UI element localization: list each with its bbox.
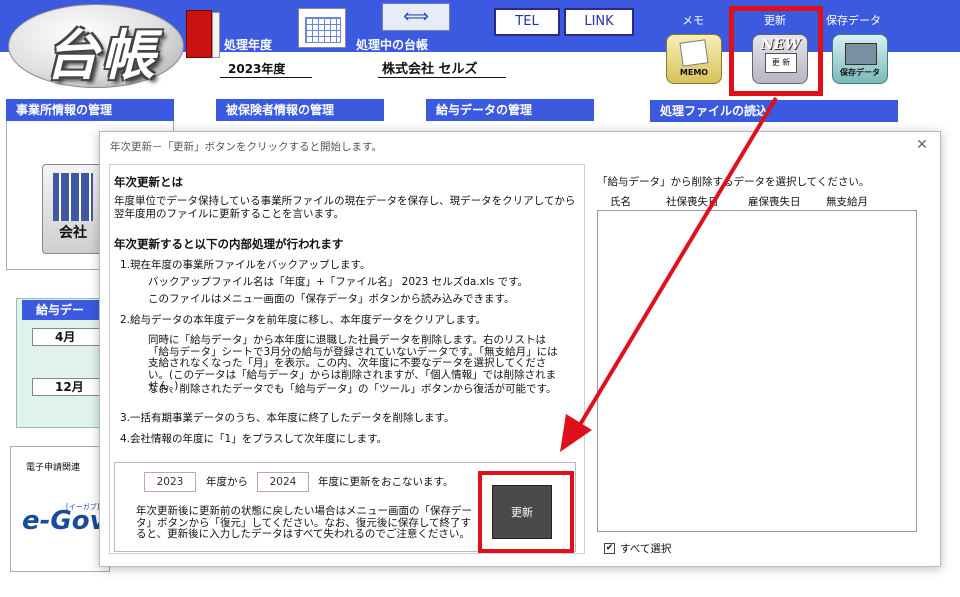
update-button-highlight: 更新	[478, 471, 574, 553]
save-data-button[interactable]: 保存データ	[832, 34, 888, 84]
save-data-label: 保存データ	[826, 14, 881, 27]
company-icon-text: 会社	[59, 225, 87, 241]
dialog-title: 年次更新－「更新」ボタンをクリックすると開始します。	[110, 141, 382, 153]
col-header-social-loss: 社保喪失日	[666, 196, 719, 208]
egov-label: 電子申請関連	[26, 463, 81, 473]
tel-button[interactable]: TEL	[494, 8, 560, 36]
fiscal-year-label: 処理年度	[224, 38, 273, 52]
select-all-label: すべて選択	[620, 543, 672, 555]
step-2-note: なお、削除されたデータでも「給与データ」の「ツール」ボタンから復活が可能です。	[148, 383, 557, 395]
ledger-label: 処理中の台帳	[356, 38, 429, 52]
app-logo: 台帳	[8, 4, 184, 88]
office-section-header[interactable]: 事業所情報の管理	[6, 99, 174, 121]
col-header-name: 氏名	[610, 196, 631, 208]
memo-button[interactable]: MEMO	[666, 34, 722, 84]
list-caption: 「給与データ」から削除するデータを選択してください。	[597, 176, 870, 188]
to-year-suffix: 年度に更新をおこないます。	[318, 476, 454, 488]
link-button[interactable]: LINK	[564, 8, 634, 36]
insured-section-header[interactable]: 被保険者情報の管理	[216, 99, 384, 121]
file-load-section-header[interactable]: 処理ファイルの読込	[650, 100, 898, 122]
dialog-update-button[interactable]: 更新	[492, 485, 552, 539]
notepad-icon	[679, 39, 709, 67]
logo-text: 台帳	[45, 23, 157, 87]
desc-line-1: 年度単位でデータ保持している事業所ファイルの現在データを保存し、現データをクリア…	[114, 195, 576, 207]
step-1-detail-b: このファイルはメニュー画面の「保存データ」ボタンから読み込みできます。	[148, 293, 515, 305]
memo-label: メモ	[682, 14, 704, 27]
to-year-input[interactable]: 2024	[257, 472, 309, 492]
step-1: 1.現在年度の事業所ファイルをバックアップします。	[120, 259, 371, 271]
update-icon-highlight	[729, 6, 823, 96]
step-2: 2.給与データの本年度データを前年度に移し、本年度データをクリアします。	[120, 314, 486, 326]
egov-small-text: [イーガブ]	[66, 503, 100, 511]
col-header-nopay-month: 無支給月	[826, 196, 868, 208]
desc-line-2: 翌年度用のファイルに更新することを言います。	[114, 208, 344, 220]
from-year-suffix: 年度から	[206, 476, 248, 488]
heading-what-is: 年次更新とは	[114, 175, 183, 189]
salary-data-header: 給与デー	[22, 300, 108, 320]
save-icon-text: 保存データ	[840, 68, 880, 77]
app-window: 台帳 処理年度 2023年度 処理中の台帳 株式会社 セルズ ⟺ TEL LIN…	[0, 0, 960, 597]
close-icon[interactable]: ✕	[912, 135, 932, 155]
restore-note: 年次更新後に更新前の状態に戻したい場合はメニュー画面の「保存データ」ボタンから「…	[136, 505, 472, 540]
calendar-icon[interactable]	[298, 8, 346, 48]
step-3: 3.一括有期事業データのうち、本年度に終了したデータを削除します。	[120, 412, 455, 424]
from-year-input[interactable]: 2023	[144, 472, 196, 492]
heading-process: 年次更新すると以下の内部処理が行われます	[114, 237, 344, 251]
delete-data-list[interactable]	[597, 210, 917, 532]
ledger-value: 株式会社 セルズ	[378, 58, 506, 78]
salary-section-header[interactable]: 給与データの管理	[426, 99, 594, 121]
briefcase-icon	[845, 43, 877, 65]
annual-update-dialog: 年次更新－「更新」ボタンをクリックすると開始します。 ✕ 年次更新とは 年度単位…	[99, 131, 941, 567]
step-1-detail-a: バックアップファイル名は「年度」+「ファイル名」 2023 セルズda.xls …	[148, 276, 529, 288]
step-4: 4.会社情報の年度に「1」をプラスして次年度にします。	[120, 433, 388, 445]
book-icon[interactable]	[186, 6, 220, 58]
memo-icon-text: MEMO	[679, 68, 709, 77]
fiscal-year-value: 2023年度	[220, 60, 312, 78]
select-all-checkbox[interactable]: ✔	[604, 543, 615, 554]
double-arrow-icon: ⟺	[403, 6, 429, 27]
switch-arrow-button[interactable]: ⟺	[382, 3, 450, 31]
col-header-employment-loss: 雇保喪失日	[748, 196, 801, 208]
